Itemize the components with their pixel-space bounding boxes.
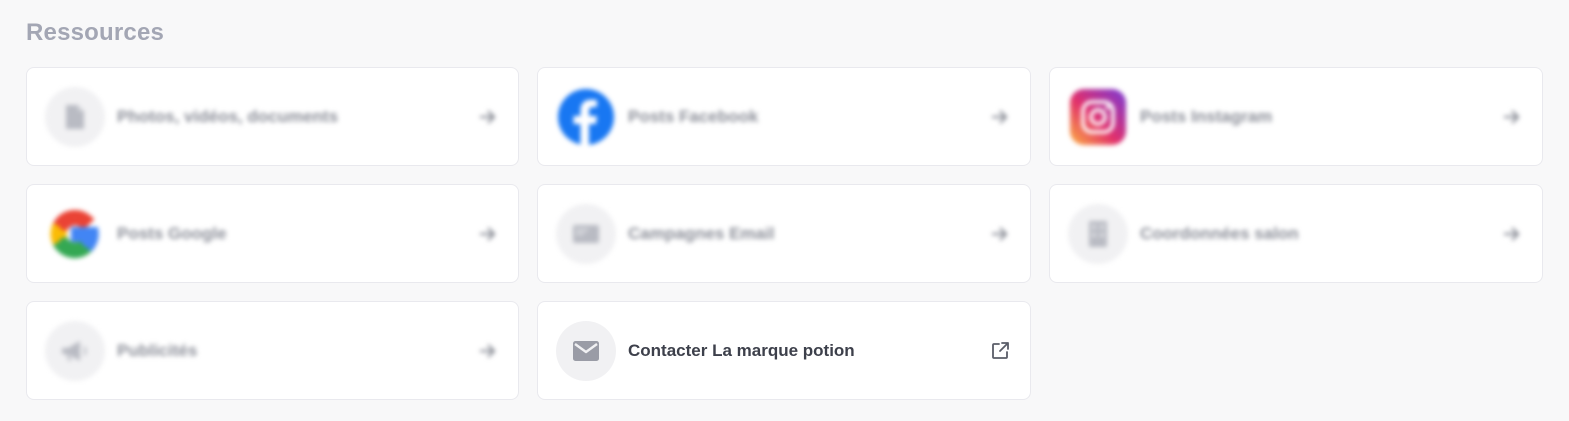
arrow-right-icon (1500, 222, 1524, 246)
card-label: Campagnes Email (628, 223, 775, 243)
resource-card-google[interactable]: Posts Google (26, 184, 519, 283)
resource-card-photos[interactable]: Photos, vidéos, documents (26, 67, 519, 166)
section-title: Ressources (26, 19, 165, 46)
resource-card-facebook[interactable]: Posts Facebook (537, 67, 1031, 166)
instagram-icon (1068, 87, 1128, 147)
building-icon (1068, 203, 1128, 264)
card-label: Posts Facebook (628, 106, 759, 126)
card-label: Contacter La marque potion (628, 340, 855, 360)
resources-grid: Photos, vidéos, documents Posts Facebook (26, 67, 1543, 400)
resource-card-email-campaigns[interactable]: Campagnes Email (537, 184, 1031, 283)
arrow-right-icon (988, 222, 1012, 246)
external-link-icon (988, 339, 1012, 363)
card-label: Posts Google (117, 223, 227, 243)
document-icon (45, 86, 105, 147)
card-label: Photos, vidéos, documents (117, 106, 339, 126)
arrow-right-icon (476, 105, 500, 129)
resource-card-salon-details[interactable]: Coordonnées salon (1049, 184, 1543, 283)
email-campaign-icon (556, 203, 616, 264)
envelope-icon (556, 320, 616, 381)
arrow-right-icon (476, 222, 500, 246)
card-label: Posts Instagram (1140, 106, 1273, 126)
facebook-icon (556, 87, 616, 147)
resource-card-ads[interactable]: Publicités (26, 301, 519, 400)
google-icon (45, 204, 105, 264)
arrow-right-icon (988, 105, 1012, 129)
arrow-right-icon (1500, 105, 1524, 129)
resource-card-contact-brand[interactable]: Contacter La marque potion (537, 301, 1031, 400)
arrow-right-icon (476, 339, 500, 363)
card-label: Coordonnées salon (1140, 223, 1299, 243)
resource-card-instagram[interactable]: Posts Instagram (1049, 67, 1543, 166)
card-label: Publicités (117, 340, 198, 360)
megaphone-icon (45, 320, 105, 381)
